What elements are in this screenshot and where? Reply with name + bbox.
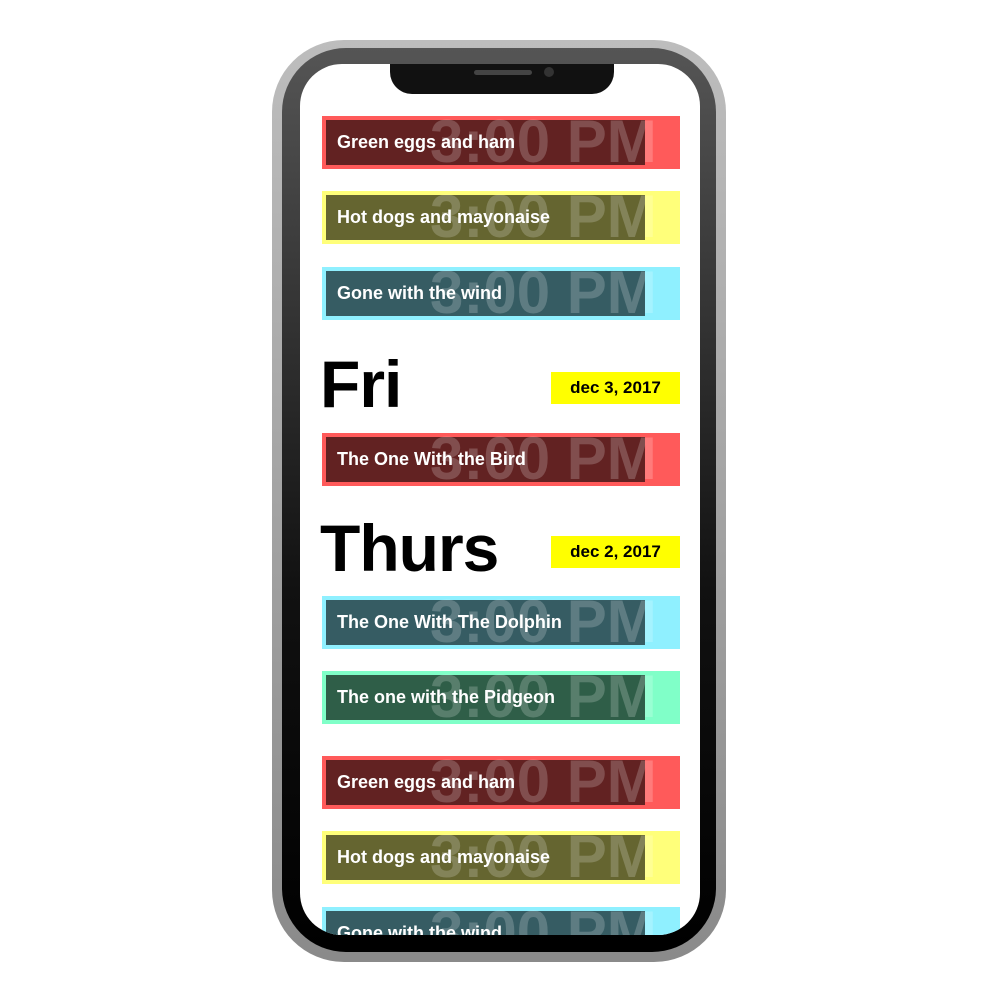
event-card[interactable]: 3:00 PMGone with the wind [322,907,680,935]
event-card[interactable]: 3:00 PM Hot dogs and mayonaise [322,831,680,884]
event-title: Gone with the wind [337,283,502,303]
event-card[interactable]: 3:00 PM The One With the Bird [322,433,680,486]
day-heading: Thurs [320,511,499,585]
day-heading: Fri [320,347,402,421]
speaker-icon [474,70,532,75]
event-card[interactable]: 3:00 PM Green eggs and ham [322,116,680,169]
event-title: Green eggs and ham [337,772,516,792]
event-title: Hot dogs and mayonaise [337,847,551,867]
event-title: The one with the Pidgeon [337,687,555,707]
event-title: Hot dogs and mayonaise [337,207,551,227]
event-title: Gone with the wind [337,923,502,935]
event-card[interactable]: 3:00 PM The One With The Dolphin [322,596,680,649]
event-card[interactable]: 3:00 PM Green eggs and ham [322,756,680,809]
event-card[interactable]: 3:00 PM Hot dogs and mayonaise [322,191,680,244]
event-card[interactable]: 3:00 PMGone with the wind [322,267,680,320]
event-title: The One With the Bird [337,449,526,469]
camera-icon [544,67,554,77]
date-badge: dec 2, 2017 [551,536,680,568]
screen[interactable]: 3:00 PM Green eggs and ham 3:00 PM Hot dogs… [300,64,700,935]
notch [390,64,614,94]
event-card[interactable]: 3:00 PM The one with the Pidgeon [322,671,680,724]
event-title: Green eggs and ham [337,132,516,152]
date-badge: dec 3, 2017 [551,372,680,404]
event-title: The One With The Dolphin [337,612,562,632]
